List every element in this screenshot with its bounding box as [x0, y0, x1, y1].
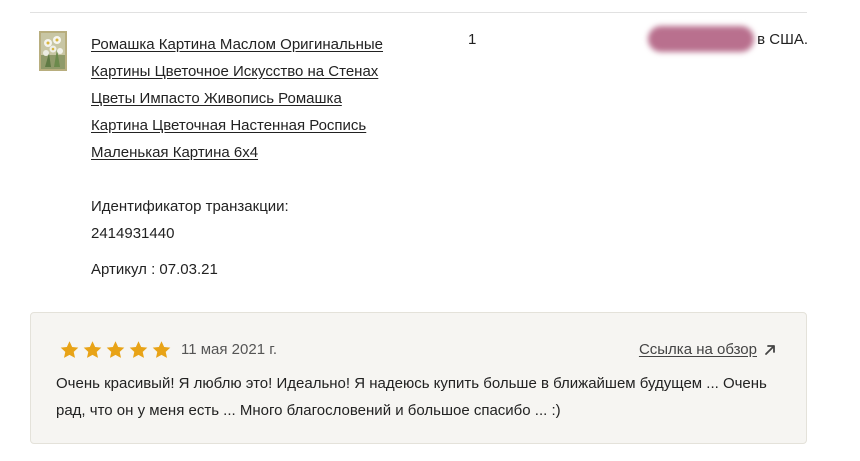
top-divider	[30, 12, 807, 13]
star-icon	[83, 341, 102, 358]
quantity: 1	[468, 31, 477, 48]
review-link[interactable]: Ссылка на обзор	[639, 340, 777, 360]
product-thumbnail[interactable]	[39, 31, 67, 71]
star-icon	[60, 341, 79, 358]
star-icon	[129, 341, 148, 358]
redacted-blur	[648, 26, 754, 52]
star-icon	[152, 341, 171, 358]
star-icon	[106, 341, 125, 358]
transaction-id-value: 2414931440	[91, 225, 175, 242]
external-arrow-icon[interactable]	[763, 343, 777, 357]
transaction-id-label: Идентификатор транзакции:	[91, 198, 289, 215]
product-title-link[interactable]: Ромашка Картина Маслом Оригинальные Карт…	[91, 31, 401, 166]
article-number: Артикул : 07.03.21	[91, 261, 218, 278]
review-card: 11 мая 2021 г. Ссылка на обзор Очень кра…	[30, 312, 807, 444]
review-link-label[interactable]: Ссылка на обзор	[639, 340, 757, 360]
daisy-painting-image	[41, 33, 65, 69]
review-date: 11 мая 2021 г.	[181, 341, 278, 358]
star-rating	[58, 339, 173, 361]
review-text: Очень красивый! Я люблю это! Идеально! Я…	[56, 375, 767, 419]
